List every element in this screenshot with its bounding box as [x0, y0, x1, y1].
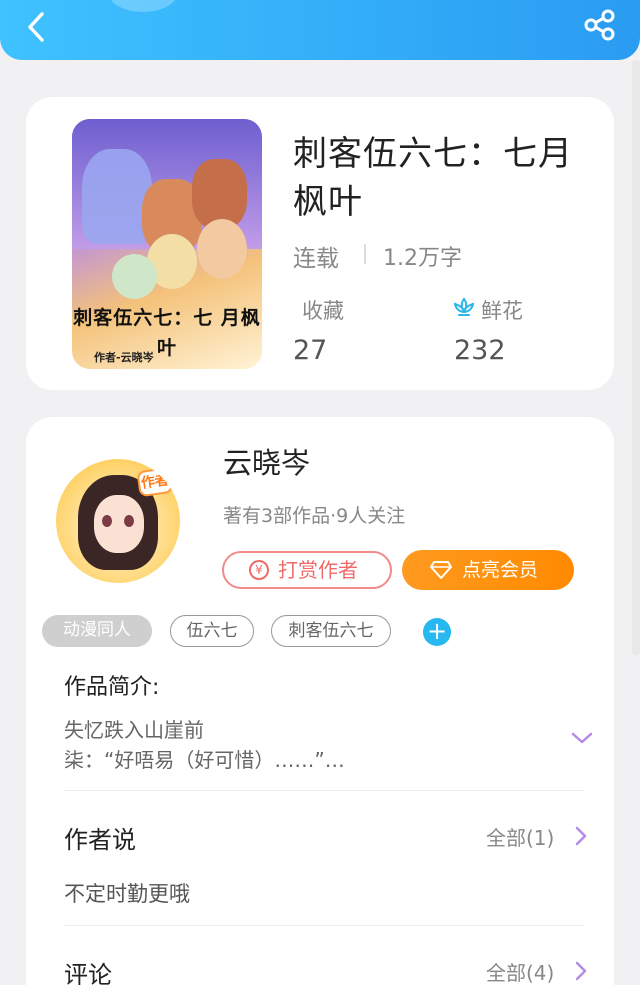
divider — [64, 790, 584, 791]
chevron-right-icon[interactable] — [574, 825, 588, 847]
tag-wuliuqi[interactable]: 伍六七 — [170, 615, 254, 647]
chevron-left-icon — [28, 12, 44, 42]
share-button[interactable] — [580, 8, 620, 48]
intro-line: 失忆跌入山崖前 — [64, 718, 204, 742]
cover-art-figure — [197, 219, 247, 279]
intro-heading: 作品简介: — [64, 675, 160, 700]
author-say-text: 不定时勤更哦 — [64, 882, 190, 906]
share-icon — [584, 9, 615, 41]
avatar-eye — [124, 515, 134, 527]
avatar-face — [94, 495, 144, 553]
book-status: 连载 — [293, 246, 339, 272]
book-info-card: 刺客伍六七：七 月枫叶 作者-云晓岑 刺客伍六七：七月枫叶 连载 1.2万字 收… — [26, 97, 614, 390]
divider — [364, 244, 366, 264]
author-badge: 作者 — [136, 466, 174, 498]
reward-author-button[interactable]: ¥ 打赏作者 — [222, 551, 392, 589]
decorative-bubble — [108, 0, 178, 12]
flowers-label: 鲜花 — [481, 299, 523, 323]
chevron-down-icon[interactable] — [570, 729, 594, 747]
comments-title: 评论 — [64, 961, 112, 985]
scrollbar[interactable] — [632, 60, 640, 655]
author-meta: 著有3部作品·9人关注 — [223, 505, 406, 527]
vip-label: 点亮会员 — [462, 559, 539, 581]
cover-art-figure — [112, 254, 157, 299]
chevron-right-icon[interactable] — [574, 960, 588, 982]
top-bar — [0, 0, 640, 60]
flowers-count: 232 — [454, 335, 506, 366]
author-say-title: 作者说 — [64, 826, 136, 854]
avatar-eye — [102, 515, 112, 527]
back-button[interactable] — [18, 8, 58, 48]
diamond-icon — [430, 561, 452, 579]
author-name[interactable]: 云晓岑 — [223, 440, 310, 482]
intro-line: 柒：“好唔易（好可惜）……”… — [64, 748, 345, 772]
add-tag-button[interactable]: + — [423, 618, 451, 646]
word-count: 1.2万字 — [383, 246, 462, 271]
book-title: 刺客伍六七：七月枫叶 — [293, 134, 573, 222]
divider — [64, 925, 584, 926]
author-card: 作者 云晓岑 著有3部作品·9人关注 ¥ 打赏作者 点亮会员 动漫同人 伍六七 … — [26, 417, 614, 985]
plus-icon: + — [426, 617, 448, 645]
comments-view-all[interactable]: 全部(4) — [486, 957, 554, 985]
vip-button[interactable]: 点亮会员 — [402, 550, 574, 590]
author-say-view-all[interactable]: 全部(1) — [486, 822, 554, 851]
favorites-label: 收藏 — [302, 299, 344, 323]
intro-text[interactable]: 失忆跌入山崖前 柒：“好唔易（好可惜）……”… — [64, 715, 564, 775]
favorites-count: 27 — [293, 335, 328, 366]
author-avatar[interactable]: 作者 — [56, 459, 180, 583]
cover-author: 作者-云晓岑 — [94, 351, 154, 364]
reward-label: 打赏作者 — [278, 558, 358, 582]
lotus-flower-icon — [453, 297, 475, 316]
tag-scissor-seven[interactable]: 刺客伍六七 — [271, 615, 391, 647]
tag-anime-fanfic[interactable]: 动漫同人 — [42, 615, 152, 647]
book-cover[interactable]: 刺客伍六七：七 月枫叶 作者-云晓岑 — [72, 119, 262, 369]
yen-coin-icon: ¥ — [249, 560, 269, 580]
